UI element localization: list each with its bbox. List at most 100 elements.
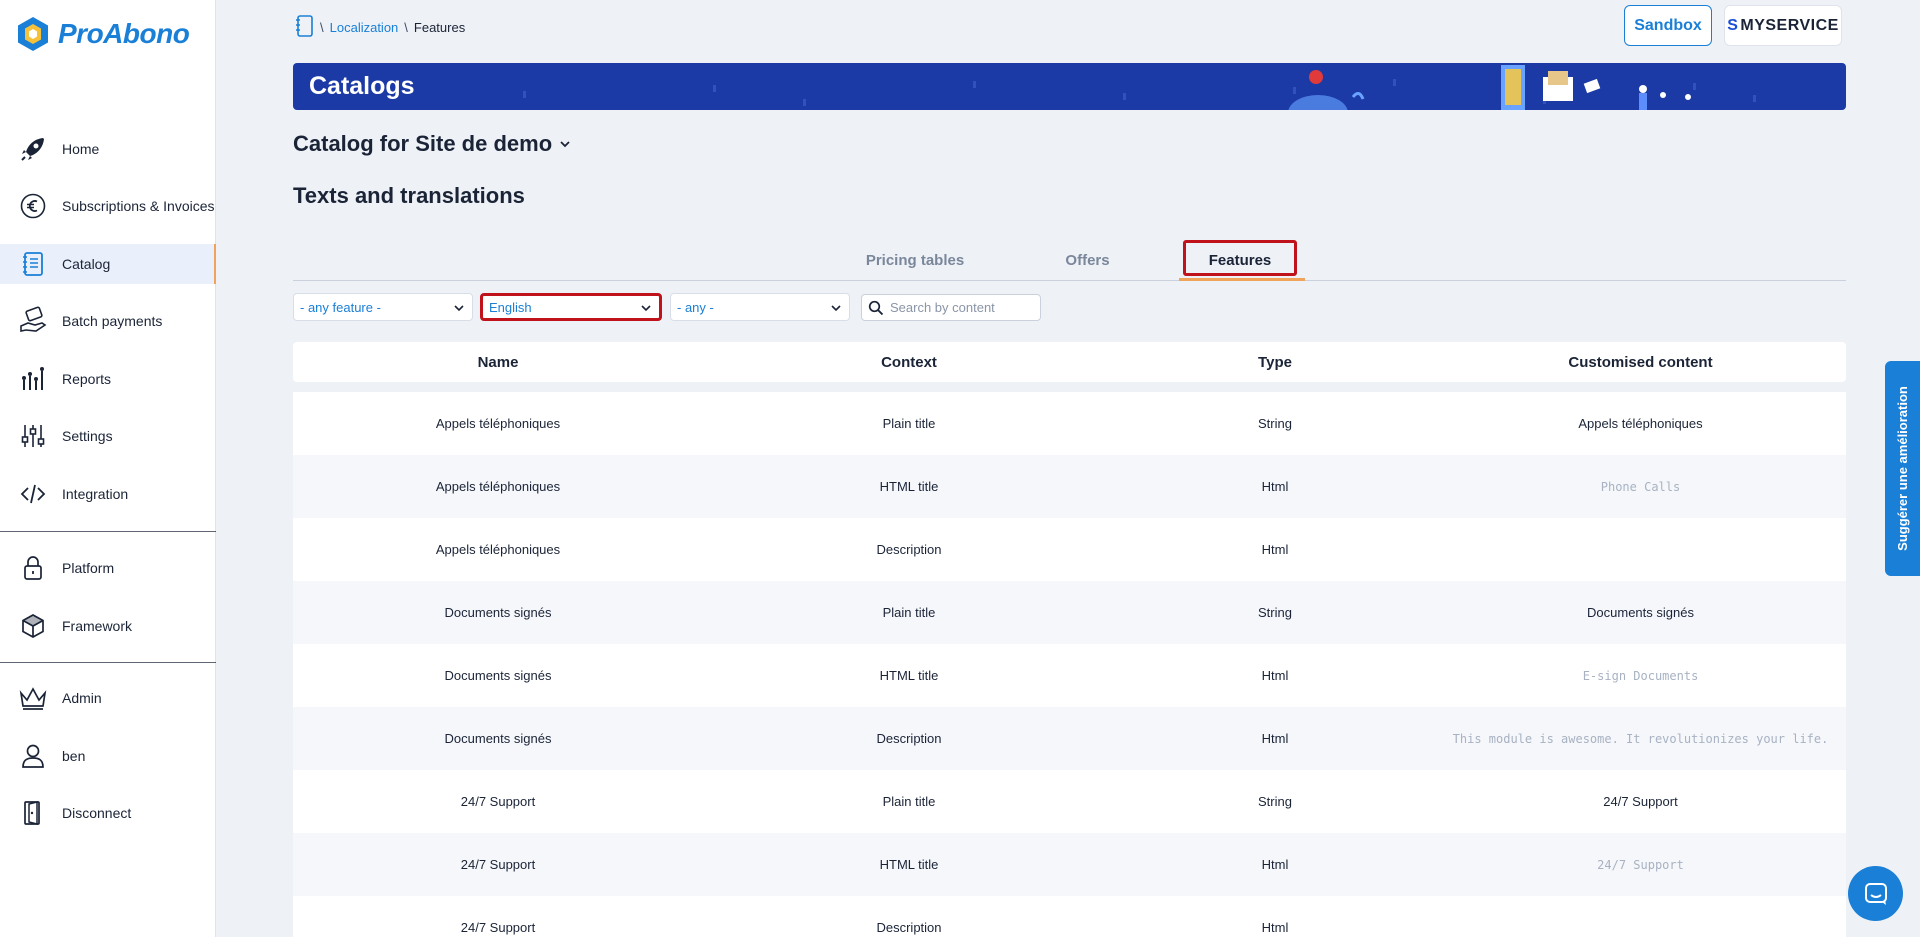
sidebar: ProAbono Home Subscriptions & Invoices C… [0,0,216,937]
sidebar-item-subscriptions[interactable]: Subscriptions & Invoices [0,186,216,226]
type-filter-select[interactable]: - any - [670,293,850,321]
cell-context: Description [876,542,942,557]
table-row[interactable]: Appels téléphoniques Plain title String App… [293,392,1846,455]
column-header-name[interactable]: Name [293,342,703,382]
type-filter-value: - any - [677,299,714,315]
chevron-down-icon [831,305,841,312]
tab-offers[interactable]: Offers [1050,240,1125,280]
breadcrumb: \ Localization \ Features [294,14,465,41]
search-icon [868,300,884,315]
notebook-icon [18,249,48,279]
lock-icon [18,553,48,583]
table-row[interactable]: Documents signés Plain title String Documen… [293,581,1846,644]
sidebar-item-catalog[interactable]: Catalog [0,244,216,284]
cube-icon [18,611,48,641]
cell-type: Html [1261,920,1289,935]
sidebar-item-label: Catalog [62,256,111,272]
rocket-icon [18,134,48,164]
cell-context: Description [876,731,942,746]
cell-type: String [1258,416,1292,431]
column-header-customised-content[interactable]: Customised content [1435,342,1846,382]
sidebar-item-label: Platform [62,560,115,576]
sidebar-item-settings[interactable]: Settings [0,416,216,456]
sandbox-button[interactable]: Sandbox [1624,5,1712,46]
hand-money-icon [18,306,48,336]
column-header-context[interactable]: Context [703,342,1115,382]
cell-customised-content[interactable] [1435,896,1846,937]
business-selector[interactable]: S MYSERVICE [1724,5,1842,46]
cell-context: HTML title [879,479,939,494]
cell-type: Html [1261,479,1289,494]
cell-customised-content[interactable]: Appels téléphoniques [1435,392,1846,455]
cell-type: String [1258,794,1292,809]
chevron-down-icon [641,305,651,312]
cell-name: Documents signés [444,731,552,746]
table-row[interactable]: 24/7 Support Plain title String 24/7 Suppor… [293,770,1846,833]
proabono-logo-icon [18,17,48,51]
cell-customised-content[interactable]: 24/7 Support [1435,833,1846,896]
table-row[interactable]: Documents signés HTML title Html E-sign Doc… [293,644,1846,707]
tabs-divider [293,280,1846,281]
cell-customised-content[interactable]: E-sign Documents [1435,644,1846,707]
column-header-type[interactable]: Type [1115,342,1435,382]
cell-customised-content[interactable]: 24/7 Support [1435,770,1846,833]
brand-name: ProAbono [58,18,190,49]
sidebar-item-platform[interactable]: Platform [0,548,216,588]
table-row[interactable]: Appels téléphoniques Description Html [293,518,1846,581]
suggest-improvement-label: Suggérer une amélioration [1895,386,1911,551]
suggest-improvement-tab[interactable]: Suggérer une amélioration [1885,361,1920,576]
cell-name: 24/7 Support [460,857,536,872]
cell-customised-content[interactable]: Phone Calls [1435,455,1846,518]
active-tab-indicator [1179,278,1305,281]
sidebar-item-label: Disconnect [62,805,132,821]
logo[interactable]: ProAbono [16,16,190,52]
catalog-selector[interactable]: Catalog for Site de demo [293,131,572,157]
cell-customised-content[interactable]: This module is awesome. It revolutionize… [1435,707,1846,770]
sidebar-item-integration[interactable]: Integration [0,474,216,514]
cell-type: Html [1261,668,1289,683]
breadcrumb-separator: \ [404,20,408,35]
cell-name: Appels téléphoniques [435,416,561,431]
chat-button[interactable] [1848,866,1903,921]
sidebar-item-framework[interactable]: Framework [0,606,216,646]
sidebar-item-label: Subscriptions & Invoices [62,198,215,214]
cell-name: 24/7 Support [460,920,536,935]
sidebar-item-reports[interactable]: Reports [0,359,216,399]
cell-context: Plain title [882,605,936,620]
banner-illustration [373,65,1756,110]
table-row[interactable]: 24/7 Support Description Html [293,896,1846,937]
chevron-down-icon [454,305,464,312]
business-name: MYSERVICE [1740,16,1839,34]
sidebar-item-home[interactable]: Home [0,129,216,169]
user-icon [18,741,48,771]
chevron-down-icon [558,131,572,157]
language-filter-select[interactable]: English [480,293,662,321]
table-row[interactable]: 24/7 Support HTML title Html 24/7 Support [293,833,1846,896]
sidebar-item-label: Batch payments [62,313,163,329]
tab-pricing-tables[interactable]: Pricing tables [855,240,975,280]
page-banner: Catalogs [293,63,1846,110]
sidebar-item-user[interactable]: ben [0,736,216,776]
chat-icon [1864,882,1887,905]
highlight-box [1183,240,1297,276]
table-row[interactable]: Appels téléphoniques HTML title Html Phone … [293,455,1846,518]
sidebar-item-disconnect[interactable]: Disconnect [0,793,216,833]
section-title: Texts and translations [293,183,525,208]
cell-name: 24/7 Support [460,794,536,809]
breadcrumb-localization-link[interactable]: Localization [330,20,399,35]
table-row[interactable]: Documents signés Description Html This modu… [293,707,1846,770]
chart-icon [18,364,48,394]
cell-customised-content[interactable] [1435,518,1846,581]
breadcrumb-current: Features [413,20,466,35]
sidebar-item-batch-payments[interactable]: Batch payments [0,301,216,341]
notebook-icon[interactable] [294,14,314,41]
sidebar-item-label: Settings [62,428,113,444]
cell-name: Appels téléphoniques [435,542,561,557]
page-title: Catalogs [309,72,415,100]
sliders-icon [18,421,48,451]
cell-customised-content[interactable]: Documents signés [1435,581,1846,644]
sidebar-item-admin[interactable]: Admin [0,678,216,718]
search-input[interactable]: Search by content [861,294,1041,321]
cell-type: String [1258,605,1292,620]
feature-filter-select[interactable]: - any feature - [293,293,473,321]
